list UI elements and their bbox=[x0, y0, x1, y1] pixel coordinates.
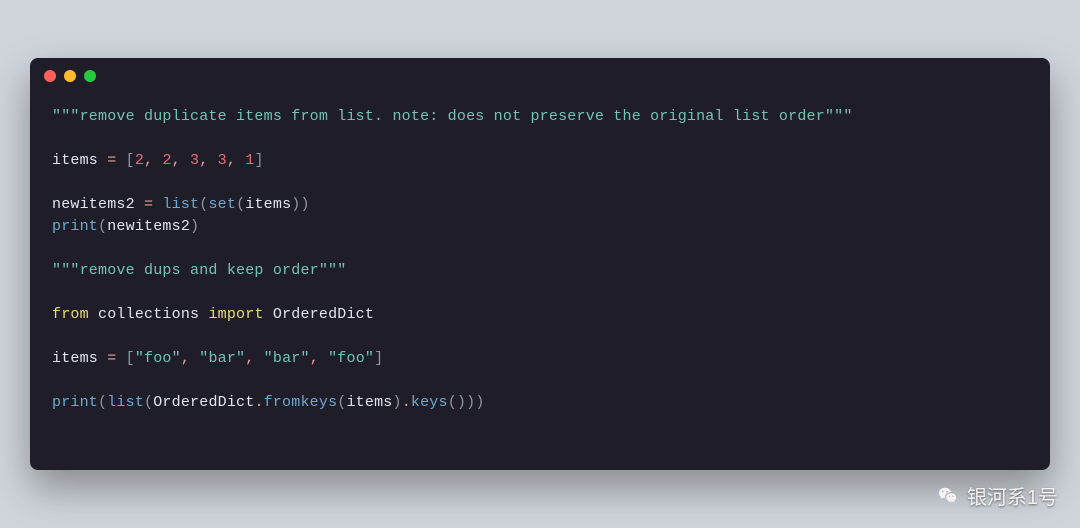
method-fromkeys: fromkeys bbox=[264, 394, 338, 411]
identifier: newitems2 bbox=[52, 196, 135, 213]
string-literal: "foo" bbox=[328, 350, 374, 367]
paren-close: ) bbox=[190, 218, 199, 235]
class-name: OrderedDict bbox=[153, 394, 254, 411]
code-window: """remove duplicate items from list. not… bbox=[30, 58, 1050, 470]
builtin-print: print bbox=[52, 394, 98, 411]
identifier: newitems2 bbox=[107, 218, 190, 235]
comma: , bbox=[181, 350, 199, 367]
string-literal: "bar" bbox=[199, 350, 245, 367]
dot: . bbox=[402, 394, 411, 411]
dot: . bbox=[254, 394, 263, 411]
zoom-icon[interactable] bbox=[84, 70, 96, 82]
window-titlebar bbox=[30, 58, 1050, 94]
bracket-close: ] bbox=[374, 350, 383, 367]
builtin-list: list bbox=[162, 196, 199, 213]
paren-close: ) bbox=[393, 394, 402, 411]
wechat-icon bbox=[937, 485, 959, 507]
builtin-print: print bbox=[52, 218, 98, 235]
builtin-list: list bbox=[107, 394, 144, 411]
bracket-open: [ bbox=[126, 350, 135, 367]
operator-eq: = bbox=[98, 350, 126, 367]
paren-open: ( bbox=[236, 196, 245, 213]
minimize-icon[interactable] bbox=[64, 70, 76, 82]
bracket-close: ] bbox=[254, 152, 263, 169]
builtin-set: set bbox=[208, 196, 236, 213]
keyword-import: import bbox=[208, 306, 263, 323]
watermark: 银河系1号 bbox=[937, 481, 1058, 510]
bracket-open: [ bbox=[126, 152, 135, 169]
operator-eq: = bbox=[135, 196, 163, 213]
identifier: items bbox=[346, 394, 392, 411]
paren-open: ( bbox=[98, 218, 107, 235]
docstring: """remove duplicate items from list. not… bbox=[52, 108, 853, 125]
comma: , bbox=[199, 152, 217, 169]
comma: , bbox=[310, 350, 328, 367]
number-literal: 2 bbox=[135, 152, 144, 169]
paren-close: ) bbox=[466, 394, 475, 411]
docstring: """remove dups and keep order""" bbox=[52, 262, 346, 279]
class-name: OrderedDict bbox=[273, 306, 374, 323]
comma: , bbox=[172, 152, 190, 169]
paren-open: ( bbox=[448, 394, 457, 411]
string-literal: "bar" bbox=[264, 350, 310, 367]
method-keys: keys bbox=[411, 394, 448, 411]
identifier: items bbox=[245, 196, 291, 213]
number-literal: 2 bbox=[162, 152, 171, 169]
string-literal: "foo" bbox=[135, 350, 181, 367]
comma: , bbox=[245, 350, 263, 367]
keyword-from: from bbox=[52, 306, 89, 323]
comma: , bbox=[227, 152, 245, 169]
paren-close: ) bbox=[300, 196, 309, 213]
code-block: """remove duplicate items from list. not… bbox=[30, 94, 1050, 434]
comma: , bbox=[144, 152, 162, 169]
paren-open: ( bbox=[144, 394, 153, 411]
paren-open: ( bbox=[98, 394, 107, 411]
paren-close: ) bbox=[457, 394, 466, 411]
number-literal: 3 bbox=[190, 152, 199, 169]
identifier: items bbox=[52, 152, 98, 169]
module-name: collections bbox=[98, 306, 199, 323]
identifier: items bbox=[52, 350, 98, 367]
number-literal: 3 bbox=[218, 152, 227, 169]
watermark-text: 银河系1号 bbox=[967, 481, 1058, 510]
close-icon[interactable] bbox=[44, 70, 56, 82]
paren-close: ) bbox=[475, 394, 484, 411]
operator-eq: = bbox=[98, 152, 126, 169]
